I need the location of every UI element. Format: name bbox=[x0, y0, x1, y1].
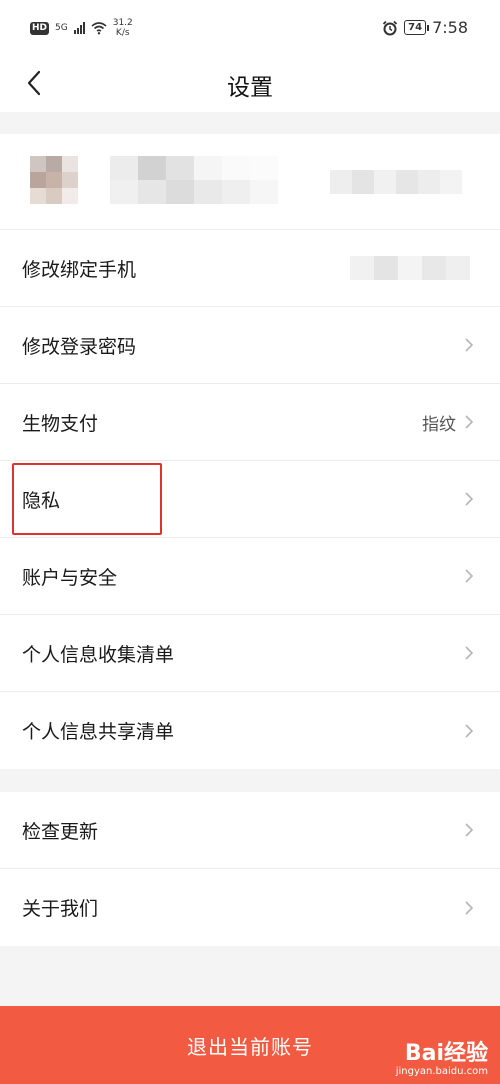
nav-bar: 设置 bbox=[0, 56, 500, 112]
chevron-right-icon bbox=[465, 415, 474, 429]
row-label: 生物支付 bbox=[22, 412, 99, 435]
logout-label: 退出当前账号 bbox=[187, 1034, 313, 1059]
phone-number-blurred bbox=[350, 256, 470, 280]
chevron-right-icon bbox=[465, 900, 474, 915]
hd-badge: HD bbox=[30, 21, 50, 35]
settings-row-biometric-pay[interactable]: 生物支付 指纹 bbox=[0, 384, 500, 461]
settings-row-change-phone[interactable]: 修改绑定手机 bbox=[0, 230, 500, 307]
settings-row-account-security[interactable]: 账户与安全 bbox=[0, 538, 500, 615]
logout-button[interactable]: 退出当前账号 Bai经验 jingyan.baidu.com bbox=[0, 1006, 500, 1084]
row-label: 修改绑定手机 bbox=[22, 258, 137, 281]
settings-row-change-password[interactable]: 修改登录密码 bbox=[0, 307, 500, 384]
watermark-url: jingyan.baidu.com bbox=[395, 1066, 488, 1077]
network-speed: 31.2 K/s bbox=[113, 18, 133, 38]
settings-row-info-collection[interactable]: 个人信息收集清单 bbox=[0, 615, 500, 692]
baidu-jingyan-watermark: Bai经验 jingyan.baidu.com bbox=[396, 1042, 488, 1078]
chevron-right-icon bbox=[465, 646, 474, 660]
speed-value: 31.2 bbox=[112, 18, 133, 28]
settings-row-check-update[interactable]: 检查更新 bbox=[0, 792, 500, 869]
row-label: 隐私 bbox=[22, 489, 61, 512]
chevron-right-icon bbox=[465, 492, 474, 506]
chevron-right-icon bbox=[465, 823, 474, 837]
avatar bbox=[30, 156, 78, 204]
settings-row-info-sharing[interactable]: 个人信息共享清单 bbox=[0, 692, 500, 769]
status-left: HD 5G 31.2 K/s bbox=[30, 18, 133, 38]
account-settings-section: 修改绑定手机 修改登录密码 生物支付 指纹 隐私 账户与安全 个人信息收集清单 bbox=[0, 134, 500, 769]
username-blurred bbox=[110, 156, 278, 204]
status-bar: HD 5G 31.2 K/s 74 7:58 bbox=[0, 0, 500, 56]
about-section: 检查更新 关于我们 bbox=[0, 792, 500, 946]
row-label: 个人信息共享清单 bbox=[22, 721, 175, 743]
status-right: 74 7:58 bbox=[382, 18, 468, 37]
watermark-brand: Bai经验 bbox=[404, 1041, 488, 1066]
row-label: 修改登录密码 bbox=[22, 335, 137, 358]
signal-icon bbox=[73, 22, 85, 34]
network-type: 5G bbox=[55, 22, 68, 33]
row-label: 检查更新 bbox=[22, 820, 99, 843]
row-label: 账户与安全 bbox=[22, 566, 118, 589]
speed-unit: K/s bbox=[115, 28, 130, 38]
wifi-icon bbox=[91, 22, 107, 35]
row-label: 个人信息收集清单 bbox=[22, 643, 175, 666]
settings-row-privacy[interactable]: 隐私 bbox=[0, 461, 500, 538]
page-title: 设置 bbox=[227, 75, 273, 101]
row-label: 关于我们 bbox=[22, 898, 99, 920]
chevron-right-icon bbox=[465, 569, 474, 583]
profile-row[interactable] bbox=[0, 134, 500, 230]
chevron-right-icon bbox=[465, 723, 474, 738]
alarm-icon bbox=[383, 20, 398, 35]
account-id-blurred bbox=[330, 170, 462, 194]
biometric-value: 指纹 bbox=[422, 414, 456, 435]
clock: 7:58 bbox=[432, 18, 468, 37]
chevron-right-icon bbox=[465, 338, 474, 352]
battery-icon: 74 bbox=[404, 20, 429, 35]
settings-row-about-us[interactable]: 关于我们 bbox=[0, 869, 500, 946]
